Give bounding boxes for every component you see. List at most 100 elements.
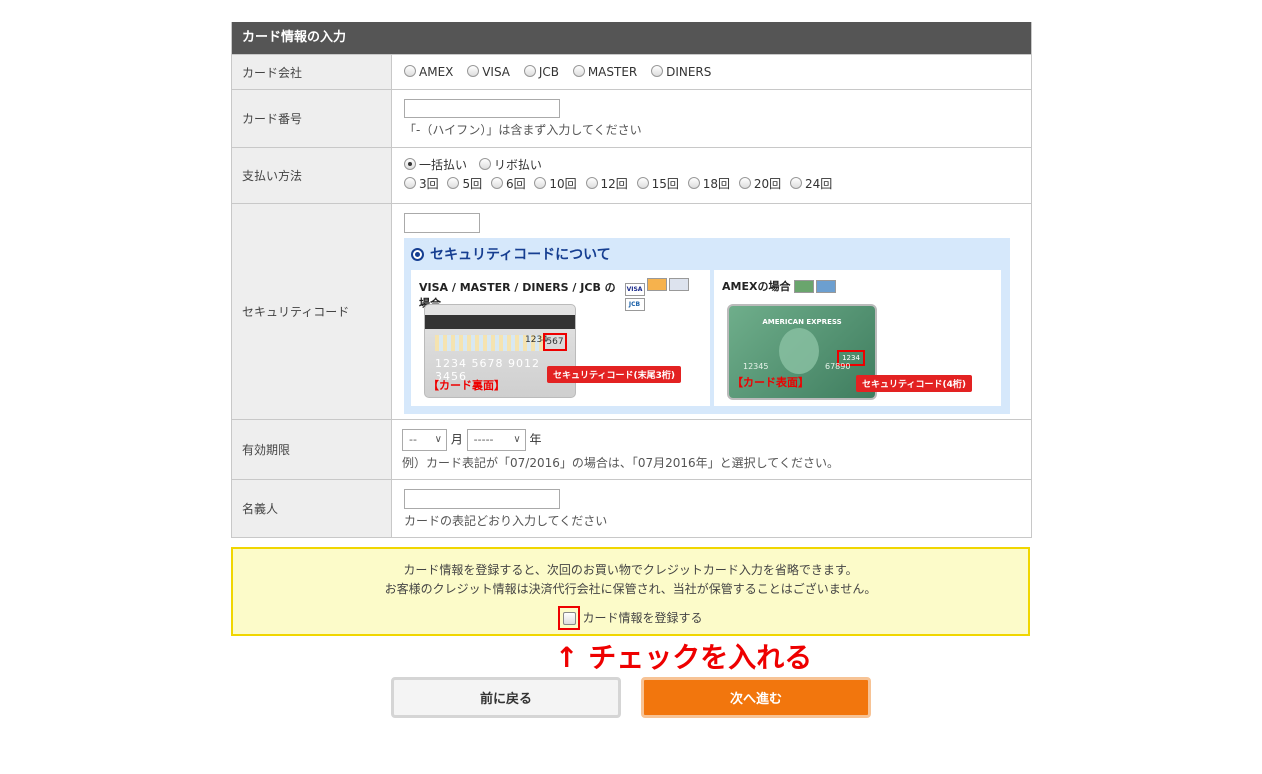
radio-installment-20[interactable]: 20回: [738, 175, 781, 194]
amex-card-image: AMERICAN EXPRESS 1234 12345 67890 【カード表面…: [727, 304, 877, 400]
checkbox-highlight: [558, 606, 581, 630]
radio-master[interactable]: MASTER: [572, 65, 637, 79]
back-button[interactable]: 前に戻る: [391, 677, 621, 718]
register-card-checkbox[interactable]: [562, 611, 576, 625]
row-card-holder: 名義人 カードの表記どおり入力してください: [232, 479, 1031, 537]
amex-code-callout: セキュリティコード(4桁): [856, 375, 972, 392]
row-payment: 支払い方法 一括払い リボ払い 3回 5回 6回 10回 12回 15回 18回…: [232, 147, 1031, 203]
radio-button[interactable]: [636, 177, 649, 189]
card-number-cell: 「-（ハイフン）」は含まず入力してください: [392, 90, 1031, 147]
diners-logo-icon: [668, 278, 689, 291]
radio-button[interactable]: [585, 177, 598, 189]
security-code-input[interactable]: [404, 213, 480, 233]
radio-lump-sum[interactable]: 一括払い: [404, 156, 467, 175]
year-unit: 年: [529, 432, 542, 447]
payment-options: 一括払い リボ払い 3回 5回 6回 10回 12回 15回 18回 20回 2…: [392, 148, 1031, 203]
radio-installment-12[interactable]: 12回: [585, 175, 628, 194]
amex-brand-text: AMERICAN EXPRESS: [762, 318, 842, 326]
register-card-option[interactable]: カード情報を登録する: [558, 606, 703, 630]
register-card-label[interactable]: カード情報を登録する: [582, 609, 702, 628]
radio-button[interactable]: [687, 177, 700, 189]
security-examples: VISA / MASTER / DINERS / JCB の場合 VISAJCB…: [411, 270, 1003, 406]
visa-code-callout: セキュリティコード(末尾3桁): [547, 366, 681, 383]
card-back-image: 1234 567 1234 5678 9012 3456 【カード裏面】: [424, 304, 576, 398]
radio-installment-15[interactable]: 15回: [636, 175, 679, 194]
notice-line-1: カード情報を登録すると、次回のお買い物でクレジットカード入力を省略できます。: [403, 563, 858, 577]
amex-example-title: AMEXの場合: [722, 278, 993, 294]
expiry-label: 有効期限: [232, 420, 392, 479]
radio-button[interactable]: [738, 177, 751, 189]
amex-number-1: 12345: [743, 362, 769, 371]
card-company-label: カード会社: [232, 55, 392, 89]
radio-installment-24[interactable]: 24回: [789, 175, 832, 194]
register-notice: カード情報を登録すると、次回のお買い物でクレジットカード入力を省略できます。 お…: [231, 547, 1030, 636]
radio-button[interactable]: [572, 65, 585, 77]
expiry-cell: -- ∨ 月 ----- ∨ 年 例）カード表記が「07/2016」の場合は、「07…: [392, 420, 1031, 479]
row-card-number: カード番号 「-（ハイフン）」は含まず入力してください: [232, 89, 1031, 147]
centurion-image: [779, 328, 819, 374]
radio-button[interactable]: [789, 177, 802, 189]
security-code-cell: セキュリティコードについて VISA / MASTER / DINERS / J…: [392, 204, 1031, 419]
expiry-month-select[interactable]: -- ∨: [402, 429, 447, 451]
expiry-year-select[interactable]: ----- ∨: [466, 429, 526, 451]
row-card-company: カード会社 AMEX VISA JCB MASTER DINERS: [232, 54, 1031, 89]
magnetic-stripe: [425, 315, 575, 329]
next-button[interactable]: 次へ進む: [641, 677, 871, 718]
card-brand-logos: VISA JCB: [623, 278, 702, 311]
card-number-hint: 「-（ハイフン）」は含まず入力してください: [404, 123, 642, 137]
card-holder-label: 名義人: [232, 480, 392, 537]
radio-diners[interactable]: DINERS: [651, 65, 711, 79]
card-info-form: カード情報の入力 カード会社 AMEX VISA JCB MASTER DINE…: [231, 22, 1032, 538]
card-holder-cell: カードの表記どおり入力してください: [392, 480, 1031, 537]
security-code-label: セキュリティコード: [232, 204, 392, 419]
expiry-hint: 例）カード表記が「07/2016」の場合は、「07月2016年」と選択してくださ…: [402, 456, 839, 470]
amex-example: AMEXの場合 AMERICAN EXPRESS 1234 12345 6789…: [714, 270, 1001, 406]
card-company-options: AMEX VISA JCB MASTER DINERS: [392, 55, 1031, 89]
check-annotation: ↑ チェックを入れる: [555, 641, 813, 674]
bullet-icon: [411, 247, 424, 261]
radio-button[interactable]: [404, 65, 416, 77]
notice-line-2: お客様のクレジット情報は決済代行会社に保管され、当社が保管することはございません…: [384, 582, 877, 596]
row-security-code: セキュリティコード セキュリティコードについて VISA / MASTER / …: [232, 203, 1031, 419]
radio-amex[interactable]: AMEX: [404, 65, 453, 79]
card-back-label: 【カード裏面】: [428, 379, 505, 392]
card-holder-hint: カードの表記どおり入力してください: [404, 514, 608, 528]
visa-example: VISA / MASTER / DINERS / JCB の場合 VISAJCB…: [411, 270, 710, 406]
card-number-label: カード番号: [232, 90, 392, 147]
radio-button[interactable]: [651, 65, 664, 77]
month-unit: 月: [450, 432, 463, 447]
radio-installment-5[interactable]: 5回: [447, 175, 482, 194]
card-number-input[interactable]: [404, 99, 560, 118]
security-about-title: セキュリティコードについて: [411, 244, 1003, 264]
row-expiry: 有効期限 -- ∨ 月 ----- ∨ 年 例）カード表記が「07/2016」の場合…: [232, 419, 1031, 479]
payment-label: 支払い方法: [232, 148, 392, 203]
mastercard-logo-icon: [646, 278, 667, 291]
radio-installment-6[interactable]: 6回: [490, 175, 526, 194]
jcb-logo-icon: JCB: [624, 298, 645, 311]
security-code-help: セキュリティコードについて VISA / MASTER / DINERS / J…: [404, 238, 1010, 414]
cvc-highlight: 567: [543, 333, 567, 351]
radio-button[interactable]: [490, 177, 503, 189]
card-front-label: 【カード表面】: [732, 376, 809, 389]
radio-installment-3[interactable]: 3回: [404, 175, 439, 194]
radio-button[interactable]: [478, 158, 491, 170]
amex-blue-logo-icon: [816, 279, 837, 293]
radio-button[interactable]: [467, 65, 480, 77]
radio-revolving[interactable]: リボ払い: [478, 156, 542, 175]
radio-button[interactable]: [404, 177, 416, 189]
radio-visa[interactable]: VISA: [467, 65, 510, 79]
amex-green-logo-icon: [794, 279, 815, 293]
radio-button[interactable]: [523, 65, 536, 77]
card-holder-input[interactable]: [404, 489, 560, 509]
radio-jcb[interactable]: JCB: [523, 65, 559, 79]
radio-button[interactable]: [534, 177, 547, 189]
visa-logo-icon: VISA: [624, 283, 645, 296]
chevron-down-icon: ∨: [434, 434, 442, 445]
radio-installment-10[interactable]: 10回: [534, 175, 577, 194]
chevron-down-icon: ∨: [513, 434, 521, 445]
radio-button[interactable]: [447, 177, 460, 189]
radio-button-checked[interactable]: [404, 158, 416, 170]
amex-number-2: 67890: [825, 362, 851, 371]
form-header: カード情報の入力: [232, 22, 1031, 54]
radio-installment-18[interactable]: 18回: [687, 175, 730, 194]
